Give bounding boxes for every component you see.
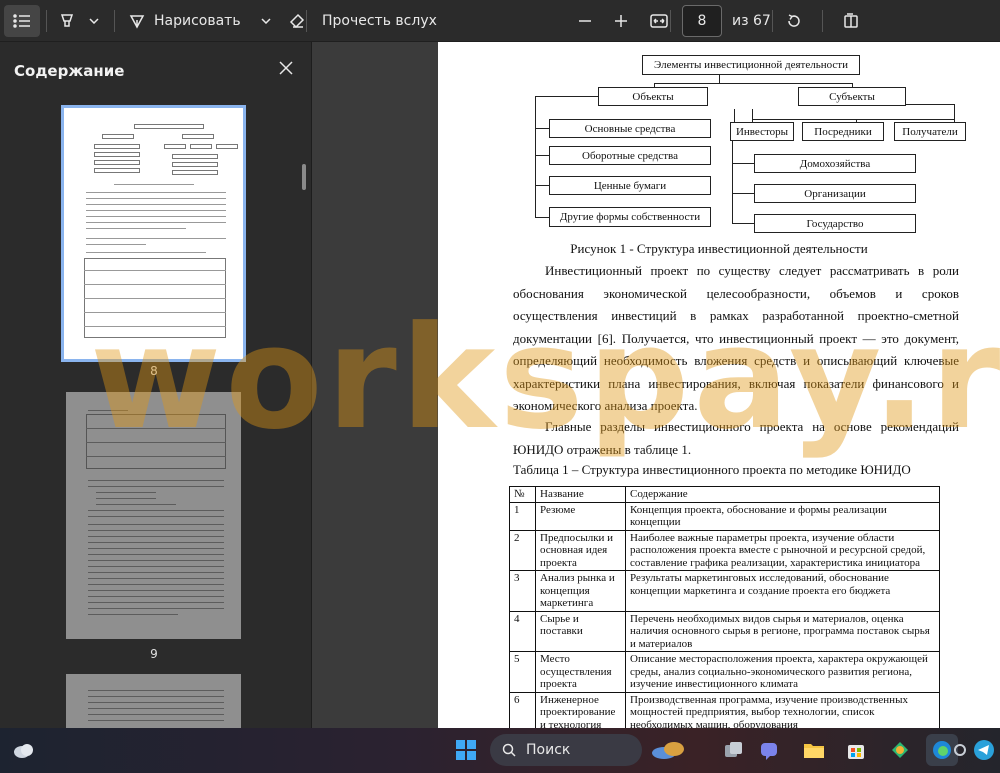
table-cell: Резюме [535,501,626,531]
document-view[interactable]: Элементы инвестиционной деятельности Объ… [313,42,1000,728]
task-view-icon[interactable] [718,734,750,766]
teams-icon[interactable] [754,734,786,766]
figure-caption: Рисунок 1 - Структура инвестиционной дея… [570,241,868,256]
diagram-subject-type: Инвесторы [730,122,794,141]
paragraph: Инвестиционный проект по существу следуе… [513,263,959,413]
highlighter-icon[interactable] [54,5,80,37]
table-row: 1 Резюме Концепция проекта, обоснование … [509,501,940,531]
minus-icon[interactable] [574,5,596,37]
page-thumbnail-10[interactable] [66,674,241,728]
diagram-object-item: Ценные бумаги [549,176,711,195]
diagram-object-item: Оборотные средства [549,146,711,165]
start-icon[interactable] [450,734,482,766]
table-cell: Анализ рынка и концепция маркетинга [535,570,626,612]
taskbar: Поиск [0,728,1000,773]
paragraph: Главные разделы инвестиционного проекта … [513,419,959,457]
table-cell: Производственная программа, изучение про… [625,691,940,728]
table-row: 3 Анализ рынка и концепция маркетинга Ре… [509,570,940,612]
rotate-icon[interactable] [782,5,806,37]
table-cell: 1 [509,501,536,531]
pen-icon[interactable] [126,5,148,37]
thumbnail-number: 8 [150,364,158,378]
page-number-input[interactable]: 8 [682,5,722,37]
table-cell: 3 [509,570,536,612]
table-caption: Таблица 1 – Структура инвестиционного пр… [513,462,911,477]
diagram-root-box: Элементы инвестиционной деятельности [642,55,860,75]
plus-icon[interactable] [610,5,632,37]
diagram-objects-box: Объекты [598,87,708,106]
widgets-icon[interactable] [8,734,40,766]
fit-width-icon[interactable] [646,5,672,37]
pdf-page: Элементы инвестиционной деятельности Объ… [438,42,1000,728]
table-cell: Место осуществления проекта [535,651,626,693]
search-icon [502,743,516,757]
table-cell: Перечень необходимых видов сырья и матер… [625,610,940,652]
diagram-subject-item: Домохозяйства [754,154,916,173]
table-cell: Описание месторасположения проекта, хара… [625,651,940,693]
table-cell: Инженерное проектирование и технология [535,691,626,728]
table-cell: Концепция проекта, обоснование и формы р… [625,501,940,531]
table-cell: Сырье и поставки [535,610,626,652]
diagram-subject-type: Посредники [802,122,884,141]
table-cell: Результаты маркетинговых исследований, о… [625,570,940,612]
table-row: 2 Предпосылки и основная идея проекта На… [509,529,940,571]
store-icon[interactable] [840,734,872,766]
table-header-cell: № [509,486,536,503]
contents-sidebar: Содержание 8 9 [0,42,312,728]
diagram-object-item: Другие формы собственности [549,207,711,227]
file-explorer-icon[interactable] [798,734,830,766]
toolbar: Нарисовать Прочесть вслух 8 из 67 [0,0,1000,42]
diagram-subject-type: Получатели [894,122,966,141]
table-cell: Предпосылки и основная идея проекта [535,529,626,571]
telegram-icon[interactable] [970,734,998,766]
draw-button[interactable]: Нарисовать [154,13,241,29]
sidebar-scrollbar[interactable] [302,164,306,190]
page-thumbnail-9[interactable] [66,392,241,639]
diagram-object-item: Основные средства [549,119,711,138]
table-row: 6 Инженерное проектирование и технология… [509,691,940,728]
list-icon[interactable] [4,5,40,37]
table-cell: 5 [509,651,536,693]
table-header-cell: Содержание [625,486,940,503]
diagram-subject-item: Государство [754,214,916,233]
page-number-value: 8 [697,13,707,29]
read-aloud-button[interactable]: Прочесть вслух [322,13,437,29]
sidebar-title: Содержание [14,62,125,80]
table-cell: 2 [509,529,536,571]
chevron-down-icon[interactable] [255,5,277,37]
page-total: из 67 [732,13,771,29]
table-cell: 4 [509,610,536,652]
search-label: Поиск [526,742,571,758]
table-cell: 6 [509,691,536,728]
data-table: № Название Содержание 1 Резюме Концепция… [509,486,940,728]
close-icon[interactable] [274,56,298,80]
table-header-cell: Название [535,486,626,503]
page-thumbnail-8[interactable] [61,105,246,362]
table-row: 4 Сырье и поставки Перечень необходимых … [509,610,940,652]
thumbnail-number: 9 [150,647,158,661]
photos-icon[interactable] [884,734,916,766]
two-page-icon[interactable] [839,5,863,37]
diagram-subject-item: Организации [754,184,916,203]
table-header-row: № Название Содержание [509,486,940,503]
weather-icon[interactable] [648,734,688,766]
table-row: 5 Место осуществления проекта Описание м… [509,651,940,693]
table-cell: Наиболее важные параметры проекта, изуче… [625,529,940,571]
settings-icon[interactable] [950,734,970,766]
chevron-down-icon[interactable] [86,5,102,37]
diagram-subjects-box: Субъекты [798,87,906,106]
taskbar-search[interactable]: Поиск [490,734,642,766]
